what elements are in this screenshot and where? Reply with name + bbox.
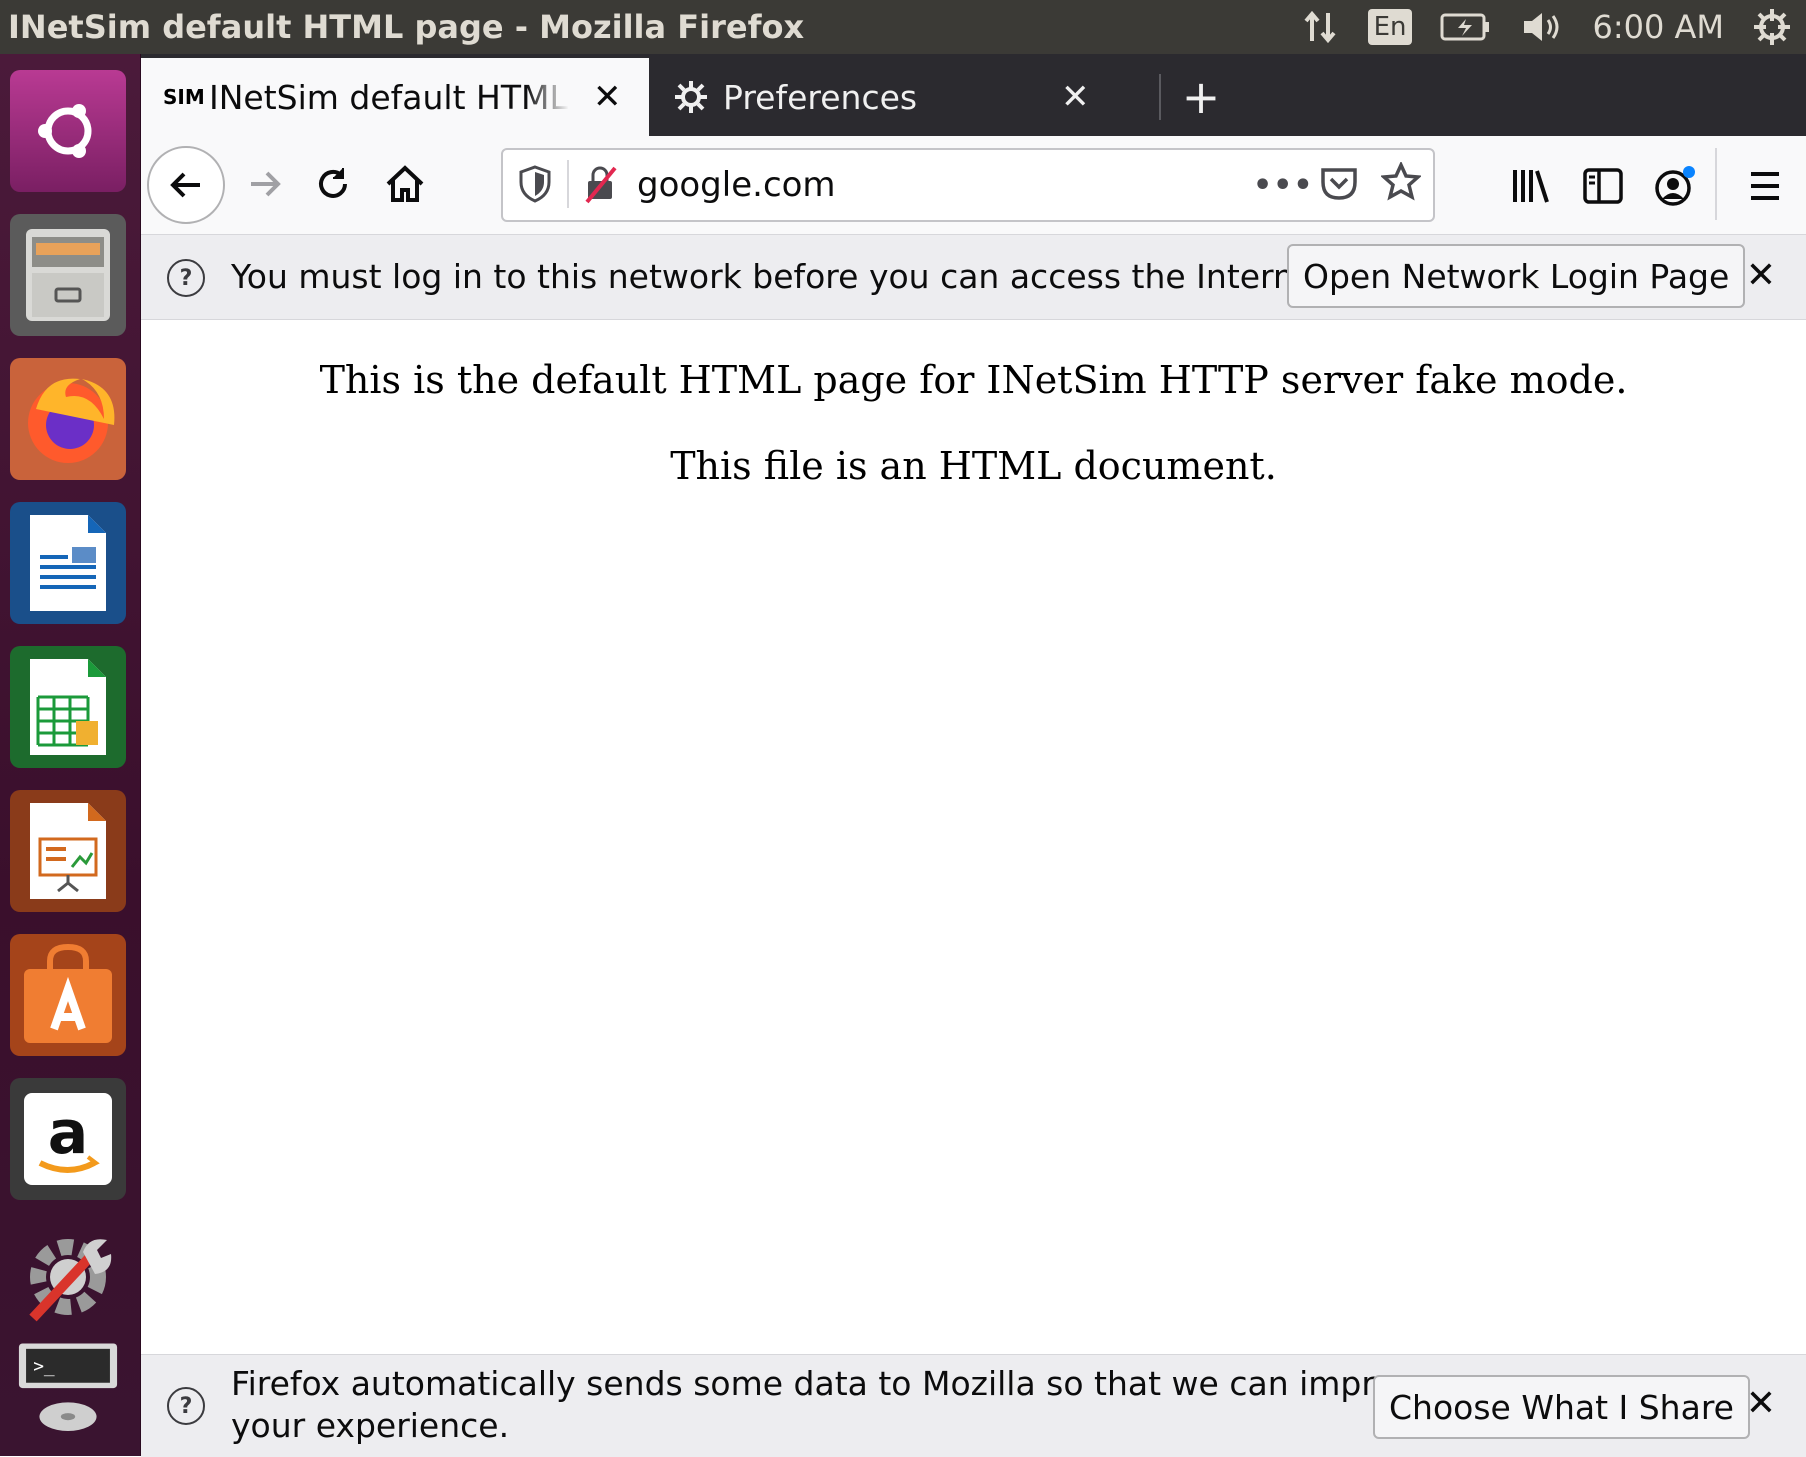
sidebar-icon: [1583, 168, 1623, 204]
writer-document-icon: [10, 502, 126, 624]
amazon-icon: a: [10, 1078, 126, 1200]
open-network-login-page-button[interactable]: Open Network Login Page: [1287, 244, 1746, 308]
launcher-terminal[interactable]: >_: [8, 1326, 128, 1452]
tab-label: INetSim default HTML page: [209, 77, 569, 117]
reload-button[interactable]: [305, 156, 361, 212]
keyboard-layout-indicator[interactable]: En: [1367, 9, 1413, 45]
launcher-system-settings[interactable]: [8, 1214, 128, 1340]
data-reporting-notification: ? Firefox automatically sends some data …: [141, 1354, 1806, 1457]
menu-button[interactable]: [1737, 158, 1793, 214]
sidebar-button[interactable]: [1575, 158, 1631, 214]
url-text[interactable]: google.com: [637, 165, 836, 205]
pocket-icon[interactable]: [1319, 162, 1359, 208]
captive-portal-notification: ? You must log in to this network before…: [141, 235, 1806, 320]
forward-button[interactable]: [237, 156, 293, 212]
close-icon[interactable]: ✕: [1746, 255, 1776, 296]
question-icon: ?: [167, 1387, 205, 1425]
svg-text:a: a: [48, 1098, 89, 1168]
page-content: This is the default HTML page for INetSi…: [141, 320, 1806, 1354]
notification-message-line-2: your experience.: [231, 1406, 510, 1445]
forward-arrow-icon: [251, 171, 281, 197]
tab-inetsim[interactable]: SIM INetSim default HTML page ✕: [141, 58, 649, 136]
ubuntu-logo-icon: [10, 70, 126, 192]
calc-spreadsheet-icon: [10, 646, 126, 768]
account-icon: [1655, 166, 1695, 206]
home-icon: [386, 165, 424, 202]
launcher-files[interactable]: [8, 212, 128, 338]
home-button[interactable]: [377, 156, 433, 212]
launcher-ubuntu-software[interactable]: [8, 932, 128, 1058]
file-cabinet-icon: [10, 214, 126, 336]
launcher-libreoffice-impress[interactable]: [8, 788, 128, 914]
back-arrow-icon: [170, 172, 200, 198]
account-button[interactable]: [1647, 158, 1703, 214]
launcher-firefox[interactable]: [8, 356, 128, 482]
tab-preferences[interactable]: Preferences ✕: [649, 58, 1135, 136]
inetsim-favicon: SIM: [163, 85, 205, 109]
launcher-libreoffice-writer[interactable]: [8, 500, 128, 626]
url-separator: [567, 160, 569, 208]
gear-icon: [673, 79, 709, 115]
page-heading-text: This is the default HTML page for INetSi…: [319, 358, 1628, 402]
indicator-area: En 6:00 AM: [1286, 0, 1806, 54]
insecure-lock-icon[interactable]: [583, 164, 619, 208]
notification-message: You must log in to this network before y…: [231, 257, 1338, 296]
power-gear-icon[interactable]: [1752, 7, 1792, 47]
terminal-icon: >_: [10, 1328, 126, 1450]
page-actions-ellipsis-icon[interactable]: •••: [1253, 168, 1314, 203]
window-title: INetSim default HTML page - Mozilla Fire…: [8, 8, 805, 46]
new-tab-plus-icon[interactable]: +: [1171, 58, 1231, 136]
tab-close-icon[interactable]: ✕: [593, 77, 622, 117]
close-icon[interactable]: ✕: [1746, 1383, 1776, 1424]
notification-message-line-1: Firefox automatically sends some data to…: [231, 1364, 1435, 1403]
launcher-amazon[interactable]: a: [8, 1076, 128, 1202]
clock[interactable]: 6:00 AM: [1592, 8, 1724, 46]
launcher-libreoffice-calc[interactable]: [8, 644, 128, 770]
settings-gear-wrench-icon: [10, 1216, 126, 1338]
network-icon[interactable]: [1300, 7, 1340, 47]
top-panel: INetSim default HTML page - Mozilla Fire…: [0, 0, 1806, 54]
tab-label: Preferences: [723, 77, 918, 117]
url-bar[interactable]: google.com •••: [501, 148, 1435, 222]
hamburger-menu-icon: [1751, 172, 1779, 200]
back-button[interactable]: [147, 146, 225, 224]
tab-strip: SIM INetSim default HTML page ✕ Preferen…: [141, 54, 1806, 136]
firefox-icon: [10, 358, 126, 480]
choose-what-i-share-button[interactable]: Choose What I Share: [1373, 1375, 1750, 1439]
volume-icon[interactable]: [1520, 9, 1564, 45]
launcher: a >_: [0, 54, 141, 1456]
navigation-toolbar: google.com •••: [141, 136, 1806, 235]
tab-close-icon[interactable]: ✕: [1061, 77, 1090, 117]
notification-message: Firefox automatically sends some data to…: [231, 1363, 1434, 1447]
reload-icon: [319, 168, 347, 198]
tab-separator: [1159, 74, 1161, 120]
library-button[interactable]: [1503, 158, 1559, 214]
toolbar-separator: [1715, 148, 1717, 220]
software-bag-icon: [10, 934, 126, 1056]
svg-text:>_: >_: [33, 1356, 55, 1377]
impress-presentation-icon: [10, 790, 126, 912]
launcher-ubuntu-dash[interactable]: [8, 68, 128, 194]
battery-icon[interactable]: [1440, 12, 1492, 42]
question-icon: ?: [167, 259, 205, 297]
bookmark-star-icon[interactable]: [1379, 160, 1423, 208]
page-body-text: This file is an HTML document.: [670, 444, 1277, 488]
tracking-protection-shield-icon[interactable]: [517, 164, 553, 208]
library-icon: [1513, 170, 1549, 203]
